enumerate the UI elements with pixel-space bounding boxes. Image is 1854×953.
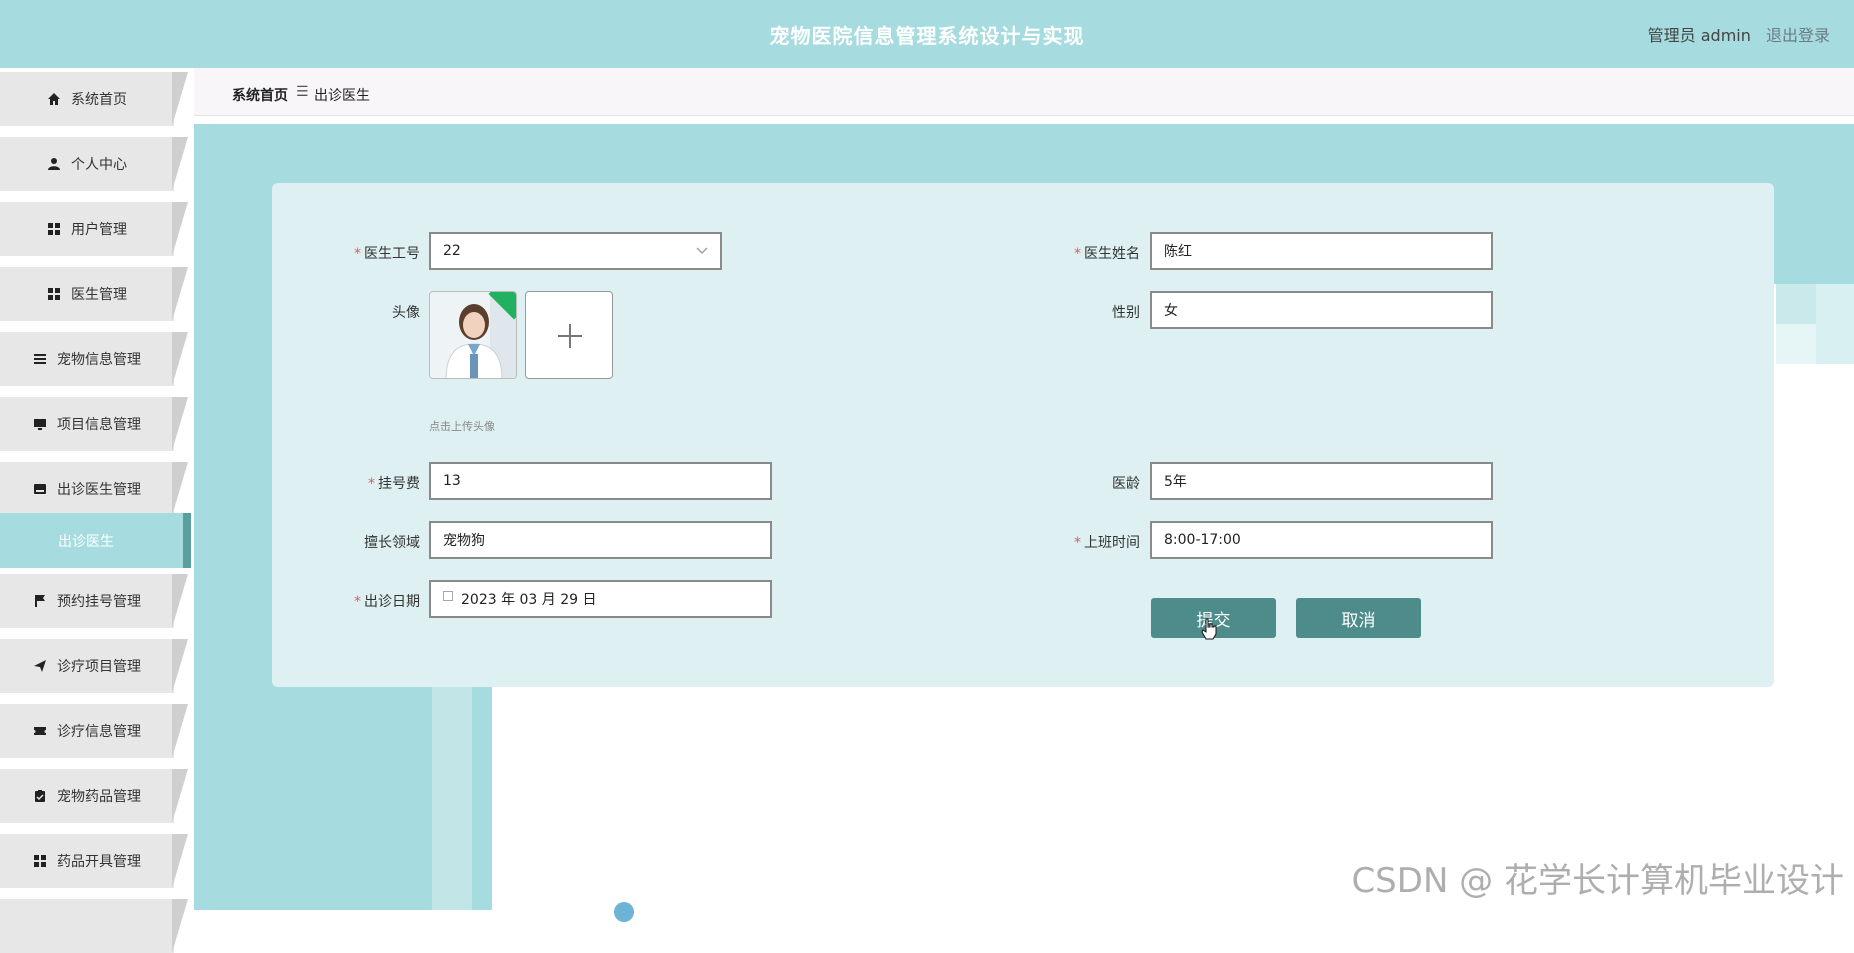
doctor-id-value: 22 (443, 243, 461, 259)
hand-cursor-icon (1201, 618, 1217, 640)
grid-icon (47, 287, 61, 301)
sidebar-item-doctor-management[interactable]: 医生管理 (0, 267, 190, 321)
list-icon (33, 352, 47, 366)
sidebar-item-user-management[interactable]: 用户管理 (0, 202, 190, 256)
sidebar-item-visit-doctor-management[interactable]: 出诊医生管理 (0, 462, 190, 516)
home-icon (47, 92, 61, 106)
specialty-label: 擅长领域 (330, 532, 420, 552)
send-icon (33, 659, 47, 673)
sidebar-item-label: 诊疗项目管理 (57, 656, 141, 676)
sidebar-item-home[interactable]: 系统首页 (0, 72, 190, 126)
sidebar-item-label: 系统首页 (71, 89, 127, 109)
chevron-down-icon (696, 244, 708, 259)
doctor-id-label: *医生工号 (330, 243, 420, 263)
sidebar-item-label: 出诊医生管理 (57, 479, 141, 499)
sidebar-item-personal-center[interactable]: 个人中心 (0, 137, 190, 191)
work-time-input[interactable]: 8:00-17:00 (1150, 521, 1493, 559)
sidebar-item-label: 项目信息管理 (57, 414, 141, 434)
top-header: 宠物医院信息管理系统设计与实现 管理员 admin 退出登录 (0, 0, 1854, 68)
monitor-icon (33, 417, 47, 431)
fee-input[interactable]: 13 (429, 462, 772, 500)
sidebar-item-appointment[interactable]: 预约挂号管理 (0, 574, 190, 628)
sidebar-item-pet-info[interactable]: 宠物信息管理 (0, 332, 190, 386)
sidebar-item-prescription[interactable]: 药品开具管理 (0, 834, 190, 888)
gender-input[interactable]: 女 (1150, 291, 1493, 329)
watermark: CSDN @ 花学长计算机毕业设计 (1351, 853, 1844, 902)
sidebar-item-label: 个人中心 (71, 154, 127, 174)
grid-icon (33, 854, 47, 868)
work-time-label: *上班时间 (1050, 532, 1140, 552)
sidebar-item-more[interactable] (0, 899, 190, 953)
experience-input[interactable]: 5年 (1150, 462, 1493, 500)
avatar-upload-hint: 点击上传头像 (429, 418, 495, 434)
decor-block (1776, 324, 1816, 364)
logout-link[interactable]: 退出登录 (1766, 26, 1830, 45)
clipboard-icon (33, 789, 47, 803)
doctor-id-select[interactable]: 22 (429, 232, 722, 270)
user-icon (47, 157, 61, 171)
sidebar-item-label: 预约挂号管理 (57, 591, 141, 611)
floating-dot (614, 902, 634, 922)
sidebar-item-label: 宠物药品管理 (57, 786, 141, 806)
doctor-name-label: *医生姓名 (1050, 243, 1140, 263)
breadcrumb: 系统首页 ☰ 出诊医生 (194, 68, 1854, 116)
app-title: 宠物医院信息管理系统设计与实现 (0, 20, 1854, 49)
avatar-label: 头像 (330, 302, 420, 322)
sidebar-item-label: 用户管理 (71, 219, 127, 239)
gender-label: 性别 (1050, 302, 1140, 322)
avatar-upload-button[interactable] (525, 291, 613, 379)
fee-label: *挂号费 (330, 473, 420, 493)
specialty-input[interactable]: 宠物狗 (429, 521, 772, 559)
sidebar-item-label: 诊疗信息管理 (57, 721, 141, 741)
doctor-name-input[interactable]: 陈红 (1150, 232, 1493, 270)
breadcrumb-home[interactable]: 系统首页 (232, 85, 288, 105)
inbox-icon (33, 482, 47, 496)
visit-date-input[interactable]: 2023 年 03 月 29 日 (429, 580, 772, 618)
sidebar-item-label: 药品开具管理 (57, 851, 141, 871)
calendar-icon (443, 591, 453, 601)
admin-label: 管理员 admin (1648, 26, 1751, 45)
ticket-icon (33, 724, 47, 738)
sidebar-item-label: 医生管理 (71, 284, 127, 304)
sidebar-subitem-label: 出诊医生 (58, 531, 114, 551)
flag-icon (33, 594, 47, 608)
visit-date-label: *出诊日期 (330, 591, 420, 611)
sidebar-item-pet-medicine[interactable]: 宠物药品管理 (0, 769, 190, 823)
content-left-stripe (432, 660, 472, 910)
sidebar-subitem-visit-doctor[interactable]: 出诊医生 (0, 513, 191, 568)
decor-block (1816, 284, 1854, 364)
sidebar-item-treatment-project[interactable]: 诊疗项目管理 (0, 639, 190, 693)
breadcrumb-separator-icon: ☰ (296, 84, 309, 100)
experience-label: 医龄 (1050, 473, 1140, 493)
sidebar-item-treatment-info[interactable]: 诊疗信息管理 (0, 704, 190, 758)
sidebar-item-project-info[interactable]: 项目信息管理 (0, 397, 190, 451)
cancel-button[interactable]: 取消 (1296, 598, 1421, 638)
breadcrumb-current: 出诊医生 (314, 85, 370, 105)
user-area: 管理员 admin 退出登录 (1648, 22, 1830, 46)
grid-icon (47, 222, 61, 236)
sidebar: 系统首页 个人中心 用户管理 医生管理 宠物信息管理 项目信息管理 出诊医生 (0, 68, 194, 910)
avatar-image[interactable] (429, 291, 517, 379)
sidebar-item-label: 宠物信息管理 (57, 349, 141, 369)
